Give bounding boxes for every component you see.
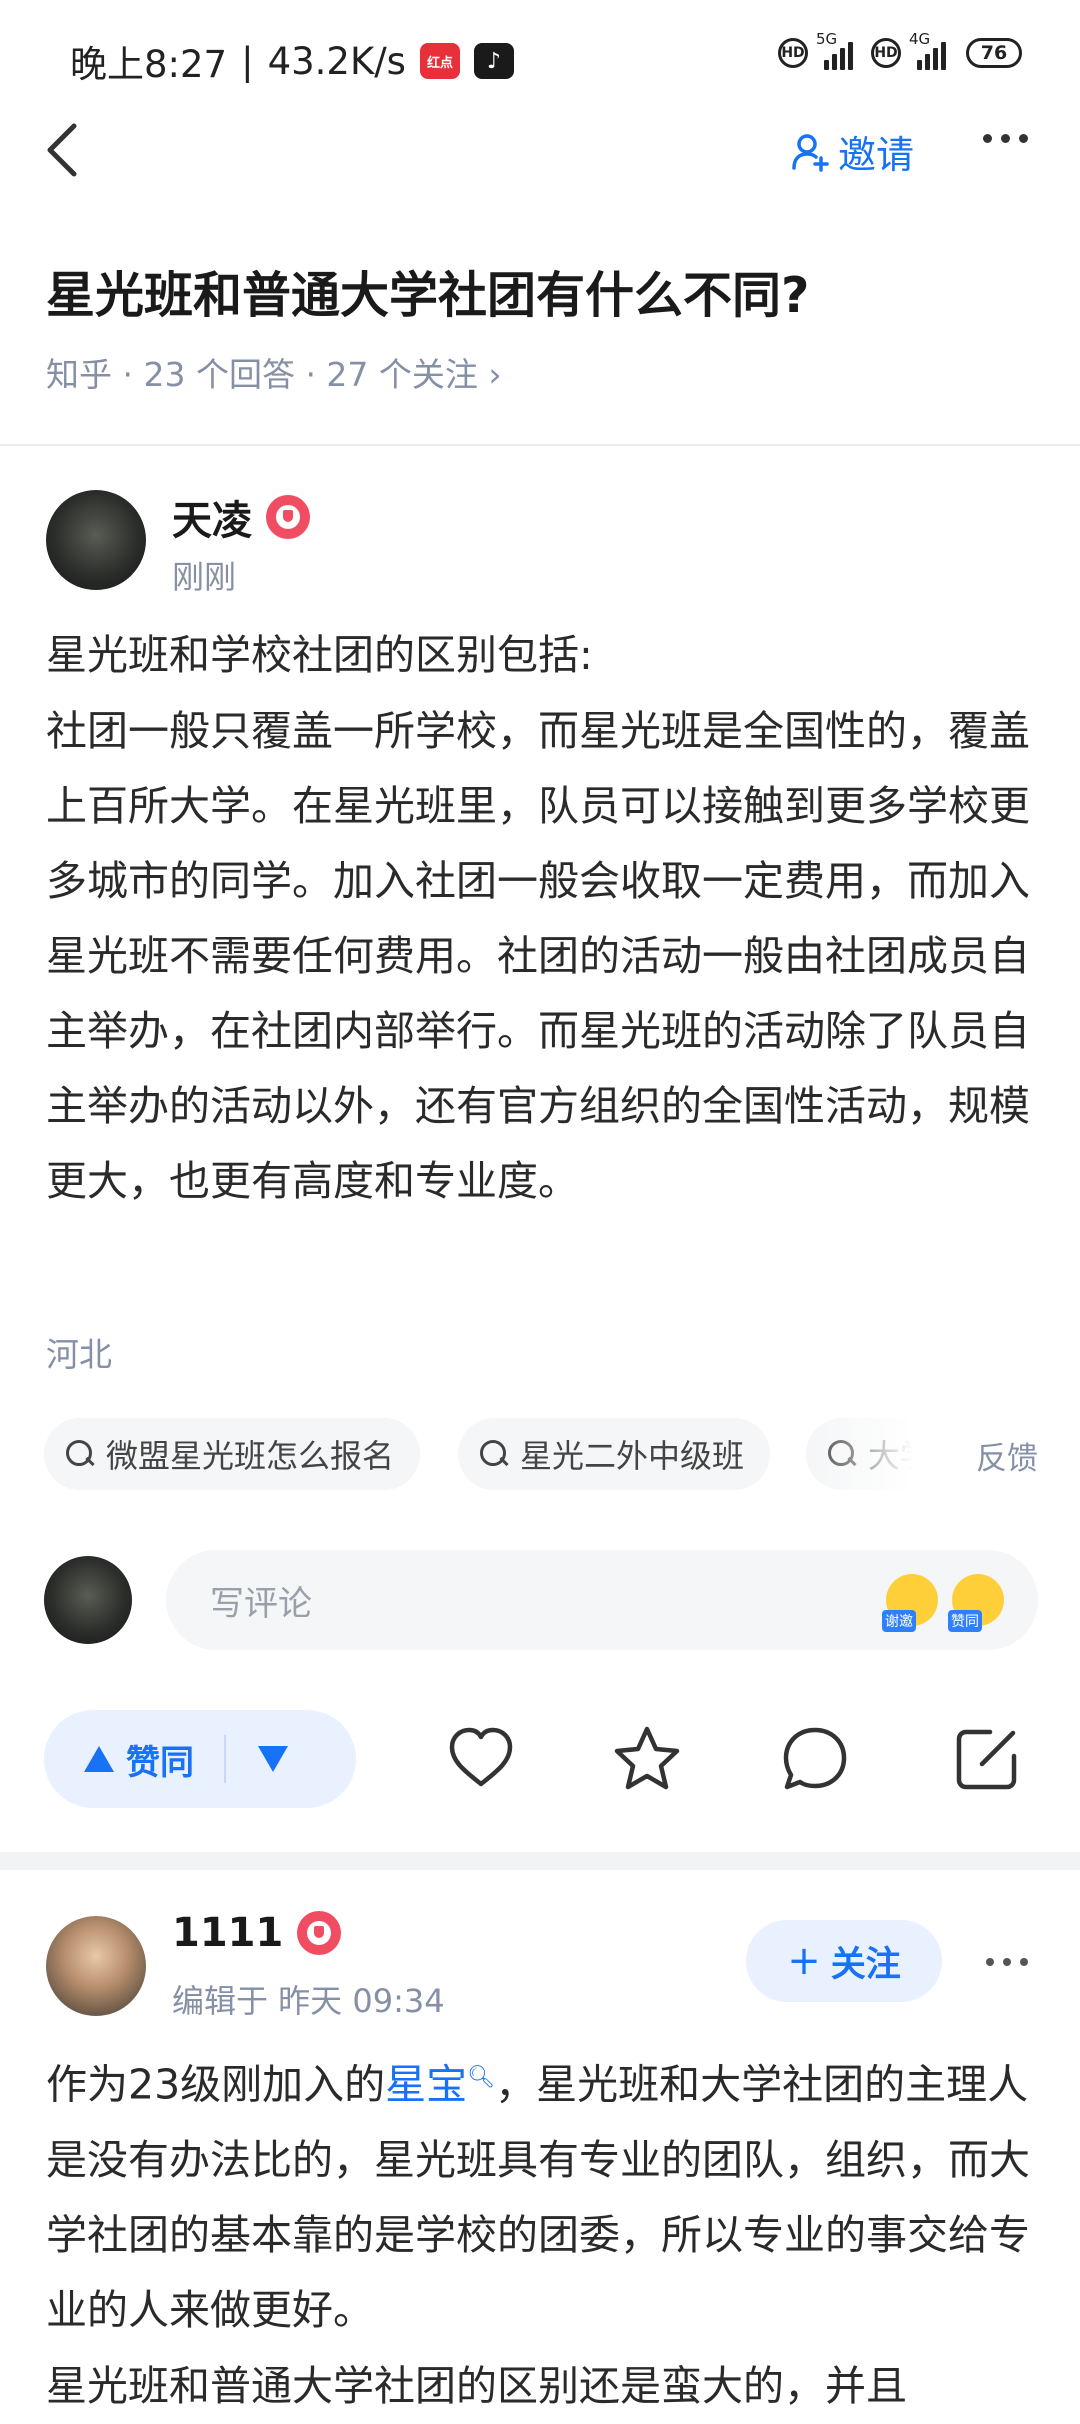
creator-badge-icon — [297, 1911, 342, 1955]
sim1-network-tag: 5G — [816, 30, 838, 48]
creator-badge-icon — [266, 495, 310, 539]
answer-paragraph: 星光班和学校社团的区别包括: — [46, 631, 593, 679]
answer-more-button[interactable] — [986, 1958, 1028, 1966]
related-search-chip[interactable]: 星光二外中级班 — [458, 1418, 771, 1490]
search-icon — [480, 1440, 508, 1468]
status-time: 晚上8:27 — [70, 43, 228, 86]
answer-separator — [0, 1852, 1080, 1870]
status-net-speed: 43.2K/s — [267, 39, 406, 83]
emoji-label: 谢邀 — [882, 1610, 916, 1632]
upvote-arrow-icon — [84, 1746, 114, 1772]
question-title[interactable]: 星光班和普通大学社团有什么不同? — [46, 256, 809, 327]
sim2-network-tag: 4G — [909, 30, 931, 48]
comment-placeholder: 写评论 — [210, 1583, 312, 1624]
author-name-text: 1111 — [172, 1910, 284, 1956]
hd-icon-2: HD — [871, 38, 901, 68]
follow-label: 关注 — [830, 1944, 901, 1985]
dot-icon — [1001, 134, 1010, 143]
notification-app-icon: 红点 — [419, 43, 460, 79]
invite-label: 邀请 — [838, 133, 915, 177]
heart-icon[interactable] — [446, 1724, 516, 1794]
star-icon[interactable] — [612, 1724, 682, 1794]
avatar[interactable] — [46, 1916, 146, 2016]
answer-content[interactable]: 星光班和学校社团的区别包括: 社团一般只覆盖一所学校，而星光班是全国性的，覆盖上… — [46, 618, 1046, 1219]
agree-emoji-icon[interactable]: 赞同 — [948, 1574, 1004, 1632]
author-name-text: 天凌 — [172, 498, 252, 544]
dot-icon — [983, 134, 992, 143]
downvote-button[interactable] — [258, 1746, 288, 1772]
signal-4g-icon: 4G — [909, 30, 946, 70]
invite-button[interactable]: 邀请 — [790, 124, 914, 179]
answer-paragraph: 星光班和普通大学社团的区别还是蛮大的，并且 — [46, 2361, 907, 2410]
vote-control: 赞同 — [44, 1710, 356, 1808]
answer-paragraph: 作为23级刚加入的星宝🔍︎，星光班和大学社团的主理人是没有办法比的，星光班具有专… — [46, 2040, 1046, 2348]
divider — [0, 444, 1080, 446]
answer-paragraph: 社团一般只覆盖一所学校，而星光班是全国性的，覆盖上百所大学。在星光班里，队员可以… — [46, 707, 1030, 1205]
question-meta[interactable]: 知乎 · 23 个回答 · 27 个关注 › — [46, 348, 502, 396]
related-search-label: 星光二外中级班 — [520, 1437, 745, 1475]
emoji-label: 赞同 — [948, 1610, 982, 1632]
plus-icon: + — [787, 1938, 821, 1984]
dot-icon — [1003, 1958, 1011, 1966]
dot-icon — [986, 1958, 994, 1966]
my-avatar[interactable] — [44, 1556, 132, 1644]
upvote-label: 赞同 — [126, 1742, 194, 1783]
comment-input[interactable]: 写评论 谢邀 赞同 — [166, 1550, 1038, 1650]
answer-time: 刚刚 — [172, 558, 237, 596]
add-user-icon — [792, 133, 829, 172]
status-separator: | — [241, 39, 254, 83]
upvote-button[interactable]: 赞同 — [44, 1735, 194, 1784]
avatar[interactable] — [46, 490, 146, 590]
comment-icon[interactable] — [780, 1724, 850, 1794]
status-bar-right: HD 5G HD 4G 76 — [778, 30, 1022, 70]
follow-button[interactable]: + 关注 — [746, 1920, 942, 2002]
author-name[interactable]: 天凌 — [172, 488, 310, 546]
dot-icon — [1019, 134, 1028, 143]
chip-fade-overlay — [810, 1416, 1080, 1492]
feedback-button[interactable]: 反馈 — [976, 1433, 1038, 1478]
battery-icon: 76 — [966, 38, 1022, 68]
answer-text: 作为23级刚加入的 — [46, 2060, 386, 2109]
more-options-button[interactable] — [983, 134, 1028, 143]
related-search-chip[interactable]: 微盟星光班怎么报名 — [44, 1418, 421, 1490]
search-icon — [66, 1440, 94, 1468]
vote-separator — [224, 1735, 226, 1783]
search-icon: 🔍︎ — [467, 2065, 496, 2090]
tiktok-icon: ♪ — [473, 43, 514, 79]
chevron-left-icon — [47, 123, 77, 177]
answer-content[interactable]: 作为23级刚加入的星宝🔍︎，星光班和大学社团的主理人是没有办法比的，星光班具有专… — [46, 2040, 1046, 2424]
signal-5g-icon: 5G — [816, 30, 853, 70]
status-bar-left: 晚上8:27 | 43.2K/s 红点 ♪ — [70, 34, 514, 88]
hd-icon: HD — [778, 38, 808, 68]
author-name[interactable]: 1111 — [172, 1910, 342, 1956]
notification-app-label: 红点 — [426, 55, 453, 71]
thanks-invite-emoji-icon[interactable]: 谢邀 — [882, 1574, 938, 1632]
back-button[interactable] — [40, 120, 86, 180]
related-search-label: 微盟星光班怎么报名 — [106, 1437, 395, 1475]
wiki-link[interactable]: 星宝 — [385, 2061, 467, 2109]
edit-icon[interactable] — [952, 1724, 1022, 1794]
ip-location: 河北 — [46, 1335, 112, 1374]
answer-time: 编辑于 昨天 09:34 — [172, 1982, 445, 2020]
dot-icon — [1020, 1958, 1028, 1966]
